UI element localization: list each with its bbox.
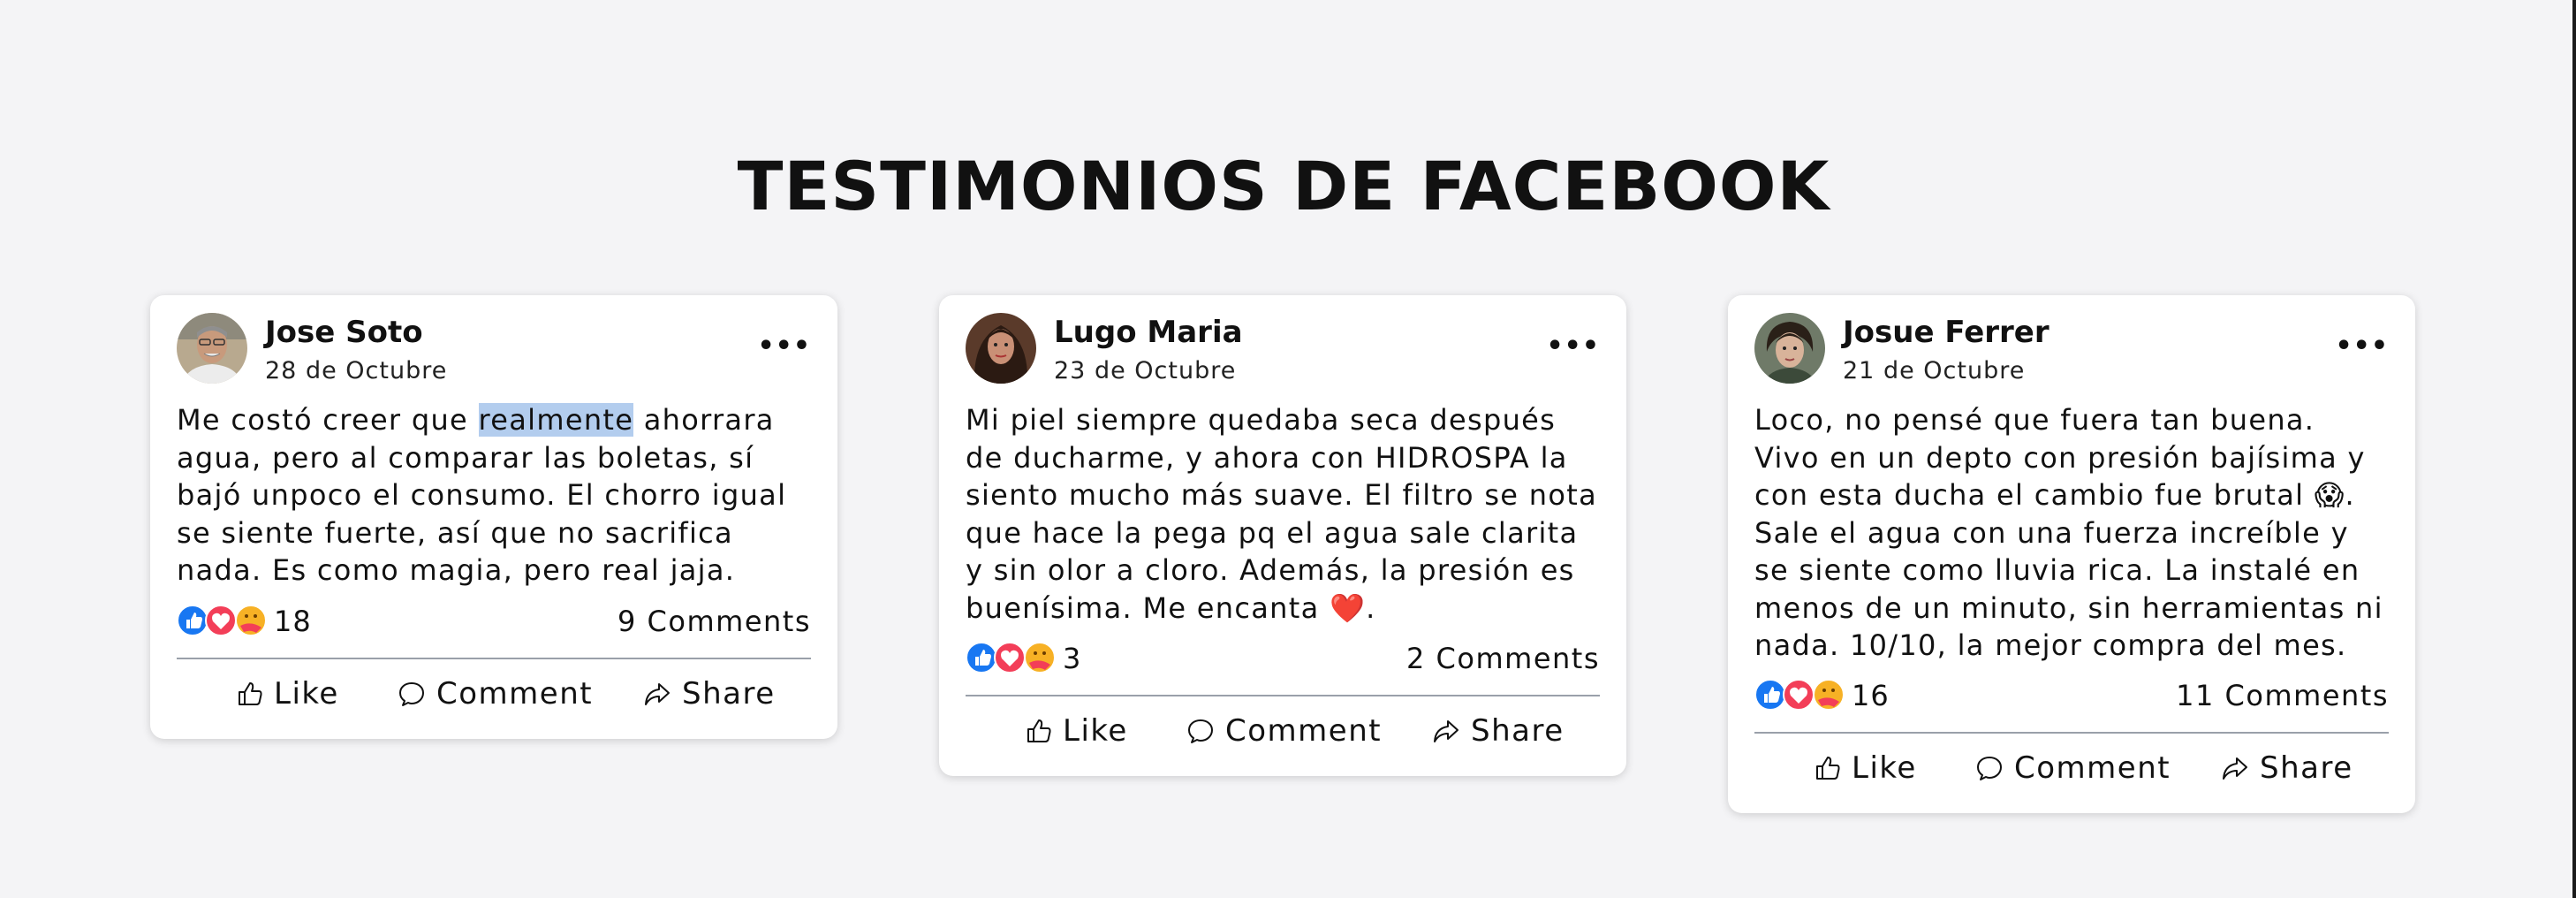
like-label: Like: [1063, 713, 1128, 749]
comment-button[interactable]: Comment: [398, 672, 593, 716]
avatar[interactable]: [966, 313, 1036, 384]
post-header: Josue Ferrer 21 de Octubre •••: [1754, 311, 2389, 385]
author-name[interactable]: Josue Ferrer: [1843, 315, 2049, 350]
post-stats: 18 9 Comments: [177, 601, 811, 640]
reactions-icon[interactable]: [177, 603, 269, 638]
post-stats: 16 11 Comments: [1754, 675, 2389, 714]
divider: [1754, 732, 2389, 734]
post-stats: 3 2 Comments: [966, 638, 1600, 677]
share-label: Share: [1471, 713, 1565, 749]
comment-button[interactable]: Comment: [1186, 709, 1382, 753]
divider: [966, 695, 1600, 696]
share-button[interactable]: Share: [643, 672, 776, 716]
like-button[interactable]: Like: [237, 672, 339, 716]
reactions-icon[interactable]: [1754, 677, 1846, 712]
like-button[interactable]: Like: [1026, 709, 1128, 753]
comment-count[interactable]: 2 Comments: [1406, 642, 1600, 675]
avatar[interactable]: [177, 313, 247, 384]
ellipsis-icon[interactable]: •••: [1546, 331, 1600, 361]
reaction-count[interactable]: 3: [1063, 642, 1081, 675]
highlighted-text: realmente: [478, 403, 634, 437]
ellipsis-icon[interactable]: •••: [2335, 331, 2389, 361]
testimonials-section: TESTIMONIOS DE FACEBOOK Jose Soto 28 de …: [0, 0, 2576, 898]
comment-label: Comment: [2014, 750, 2171, 786]
like-button[interactable]: Like: [1815, 746, 1917, 790]
share-label: Share: [682, 676, 776, 712]
testimonial-card: Lugo Maria 23 de Octubre ••• Mi piel sie…: [939, 295, 1626, 776]
thumbs-up-icon: [1816, 757, 1840, 780]
comment-label: Comment: [1225, 713, 1383, 749]
post-actions: Like Comment Share: [177, 672, 811, 716]
share-arrow-icon: [2223, 757, 2247, 780]
thumbs-up-icon: [1027, 719, 1051, 742]
post-header: Jose Soto 28 de Octubre •••: [177, 311, 811, 385]
comment-count[interactable]: 9 Comments: [617, 605, 811, 638]
share-button[interactable]: Share: [2221, 746, 2353, 790]
post-actions: Like Comment Share: [1754, 746, 2389, 790]
ellipsis-icon[interactable]: •••: [757, 331, 811, 361]
testimonial-card: Josue Ferrer 21 de Octubre ••• Loco, no …: [1728, 295, 2415, 813]
reactions-icon[interactable]: [966, 640, 1057, 675]
post-date[interactable]: 28 de Octubre: [265, 357, 447, 384]
post-date[interactable]: 23 de Octubre: [1054, 357, 1236, 384]
post-text-start: Me costó creer que: [177, 403, 479, 437]
divider: [177, 658, 811, 659]
thumbs-up-icon: [239, 682, 262, 705]
avatar[interactable]: [1754, 313, 1825, 384]
share-arrow-icon: [645, 683, 670, 705]
comment-bubble-icon: [1188, 719, 1213, 743]
comment-bubble-icon: [399, 682, 424, 706]
post-text: Mi piel siempre quedaba seca después de …: [966, 403, 1597, 625]
share-button[interactable]: Share: [1432, 709, 1565, 753]
reaction-count[interactable]: 16: [1852, 679, 1890, 712]
comment-label: Comment: [436, 676, 594, 712]
like-label: Like: [1852, 750, 1917, 786]
author-name[interactable]: Lugo Maria: [1054, 315, 1243, 350]
section-title: TESTIMONIOS DE FACEBOOK: [737, 147, 1830, 225]
reaction-count[interactable]: 18: [274, 605, 312, 638]
share-arrow-icon: [1434, 720, 1458, 742]
post-text: Loco, no pensé que fuera tan buena. Vivo…: [1754, 403, 2383, 662]
post-actions: Like Comment Share: [966, 709, 1600, 753]
testimonial-card: Jose Soto 28 de Octubre ••• Me costó cre…: [150, 295, 837, 739]
post-date[interactable]: 21 de Octubre: [1843, 357, 2025, 384]
comment-bubble-icon: [1977, 757, 2002, 780]
author-name[interactable]: Jose Soto: [265, 315, 423, 350]
share-label: Share: [2260, 750, 2353, 786]
comment-count[interactable]: 11 Comments: [2176, 679, 2389, 712]
like-label: Like: [274, 676, 339, 712]
post-text: Me costó creer que realmente ahorrara ag…: [177, 401, 811, 590]
post-header: Lugo Maria 23 de Octubre •••: [966, 311, 1600, 385]
comment-button[interactable]: Comment: [1975, 746, 2171, 790]
